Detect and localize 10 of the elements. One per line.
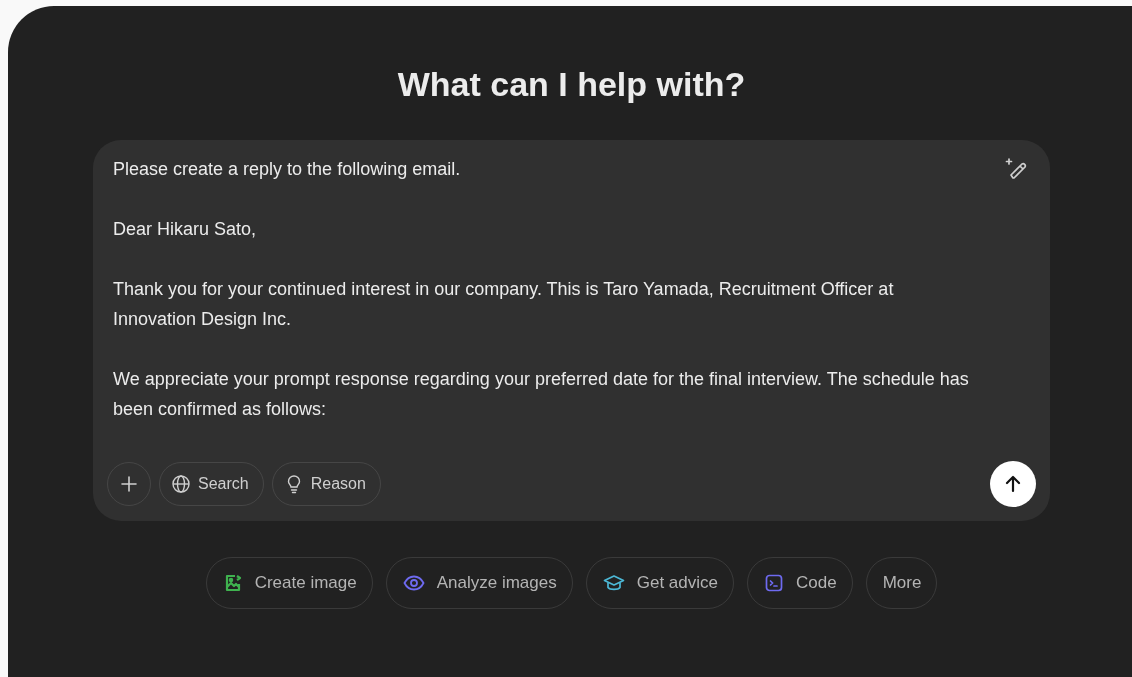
send-button[interactable] bbox=[990, 461, 1036, 507]
plus-icon bbox=[120, 475, 138, 493]
prompt-paragraph: We appreciate your prompt response regarding your preferred date for the final interview. The schedule has been confirmed as follows: bbox=[113, 368, 970, 421]
heading: What can I help with? bbox=[396, 64, 747, 104]
prompt-paragraph: Thank you for your continued interest in our company. This is Taro Yamada, Recruitment Officer at Innovation Design Inc. bbox=[113, 278, 895, 331]
prompt-input-field[interactable] bbox=[93, 140, 1050, 521]
globe-icon bbox=[171, 474, 191, 494]
prompt-paragraph: Dear Hikaru Sato, bbox=[113, 218, 258, 241]
arrow-up-icon bbox=[1003, 474, 1023, 494]
prompt-paragraph: Please create a reply to the following email. bbox=[113, 158, 462, 181]
